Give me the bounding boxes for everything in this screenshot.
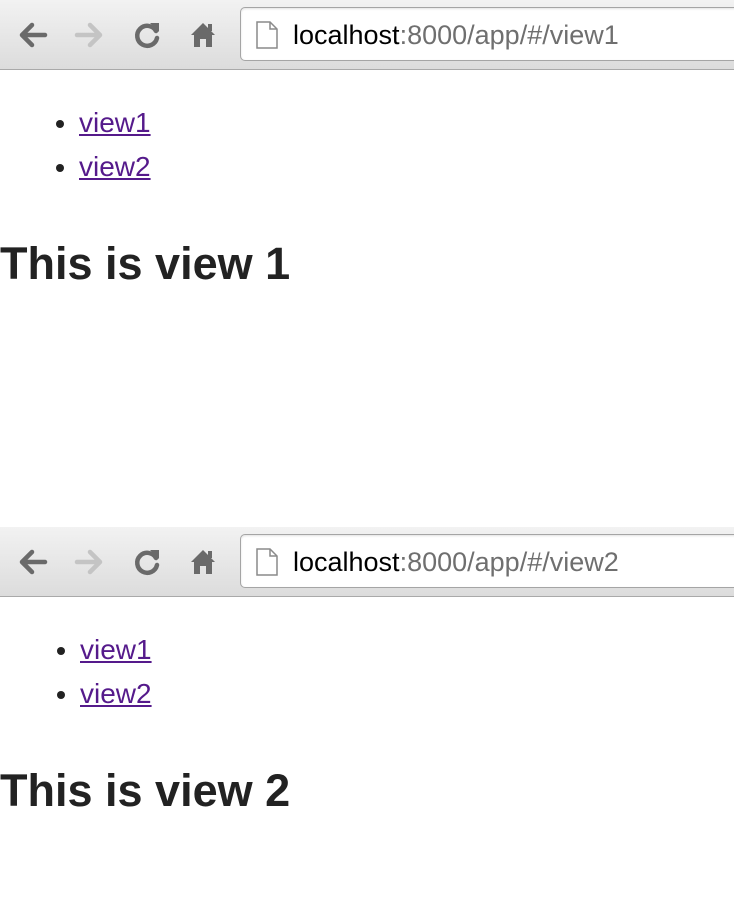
address-bar[interactable]: localhost:8000/app/#/view2 <box>240 534 734 588</box>
reload-icon <box>135 23 160 49</box>
list-item: view1 <box>79 101 151 145</box>
document-icon <box>256 21 278 49</box>
home-button[interactable] <box>187 546 219 578</box>
url-host: localhost <box>293 547 400 577</box>
view-heading: This is view 1 <box>0 238 291 289</box>
forward-button[interactable] <box>73 546 105 578</box>
list-item: view2 <box>79 145 151 189</box>
home-button[interactable] <box>187 19 219 51</box>
document-icon <box>256 548 278 576</box>
browser-toolbar: localhost:8000/app/#/view1 <box>0 0 734 70</box>
view1-link[interactable]: view1 <box>80 634 152 665</box>
arrow-left-icon <box>19 549 48 575</box>
url-path: :8000/app/#/view2 <box>399 547 619 577</box>
view-heading: This is view 2 <box>0 765 291 816</box>
arrow-right-icon <box>74 549 103 575</box>
view2-link[interactable]: view2 <box>79 151 151 182</box>
reload-button[interactable] <box>131 19 163 51</box>
url-host: localhost <box>293 20 400 50</box>
url-text[interactable]: localhost:8000/app/#/view2 <box>293 546 619 578</box>
browser-toolbar: localhost:8000/app/#/view2 <box>0 527 734 597</box>
screenshot-view2: localhost:8000/app/#/view2 view1 view2 T… <box>0 527 734 906</box>
url-path: :8000/app/#/view1 <box>399 20 619 50</box>
reload-button[interactable] <box>131 546 163 578</box>
reload-icon <box>135 550 160 576</box>
back-button[interactable] <box>17 546 49 578</box>
home-icon <box>191 550 215 574</box>
arrow-right-icon <box>74 22 103 48</box>
view-nav-list: view1 view2 <box>40 101 151 189</box>
view-nav-list: view1 view2 <box>41 628 152 716</box>
address-bar[interactable]: localhost:8000/app/#/view1 <box>240 7 734 61</box>
list-item: view1 <box>80 628 152 672</box>
view1-link[interactable]: view1 <box>79 107 151 138</box>
arrow-left-icon <box>19 22 48 48</box>
url-text[interactable]: localhost:8000/app/#/view1 <box>293 19 619 51</box>
forward-button[interactable] <box>73 19 105 51</box>
list-item: view2 <box>80 672 152 716</box>
back-button[interactable] <box>17 19 49 51</box>
screenshot-view1: localhost:8000/app/#/view1 view1 view2 T… <box>0 0 734 460</box>
view2-link[interactable]: view2 <box>80 678 152 709</box>
home-icon <box>191 23 215 47</box>
